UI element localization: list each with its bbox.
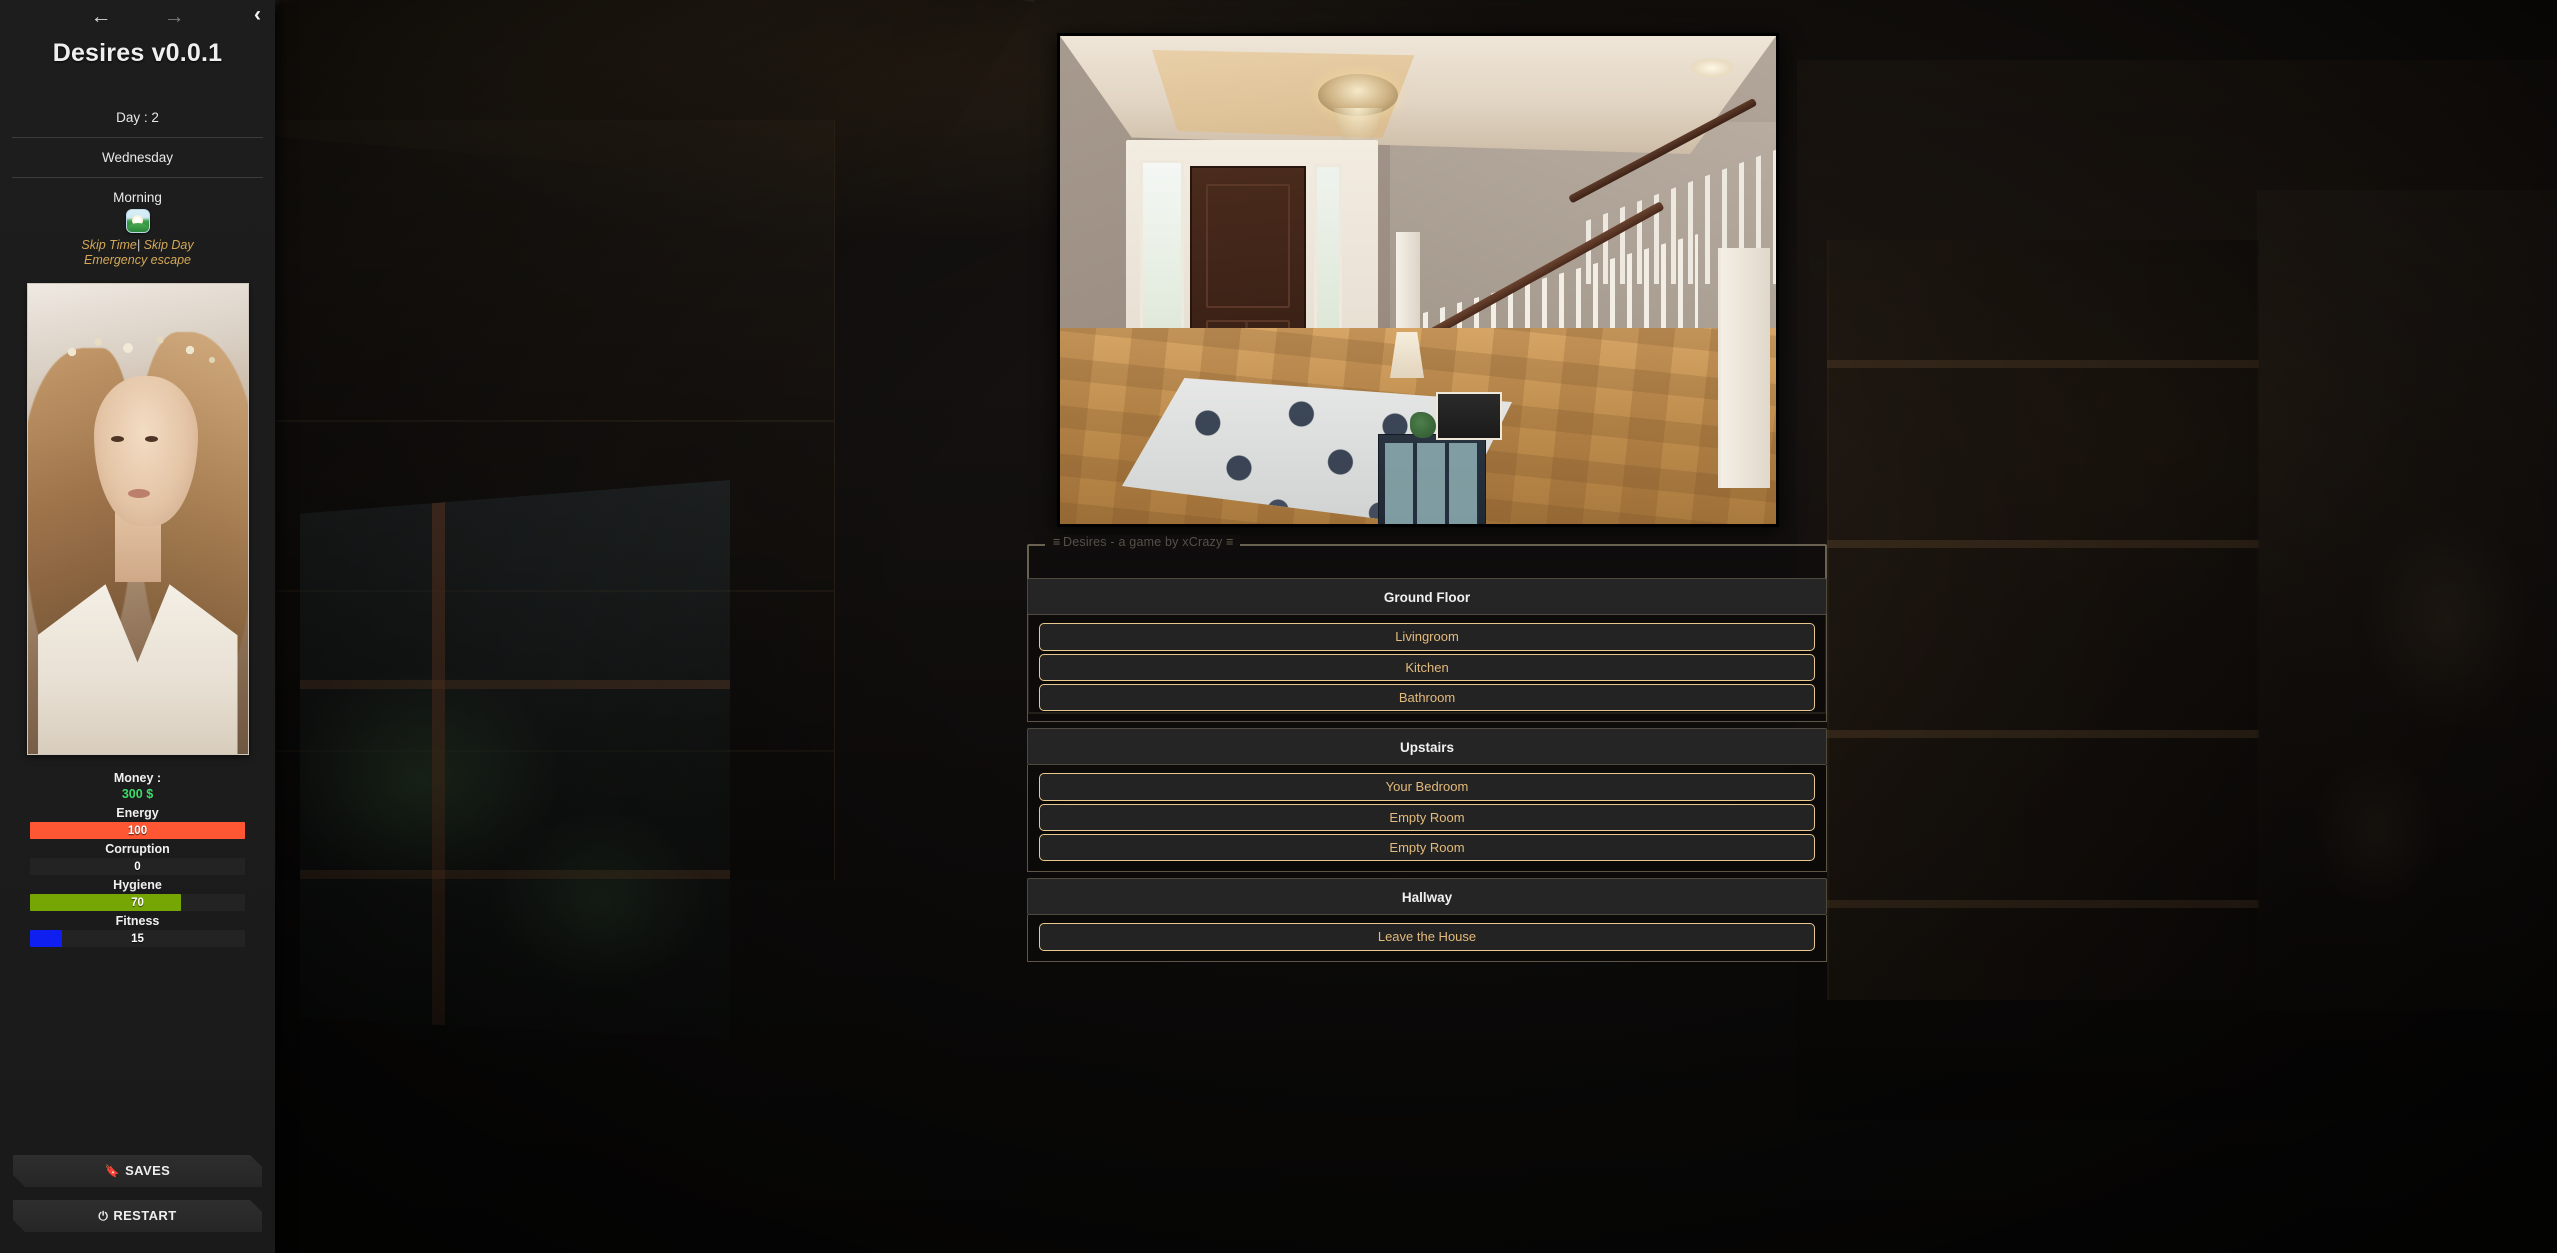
stat-bar-fitness: 15 [30, 930, 245, 948]
section-body-upstairs: Your Bedroom Empty Room Empty Room [1027, 765, 1827, 872]
stat-bar-energy: 100 [30, 822, 245, 840]
scene-recessed-light [1690, 58, 1734, 78]
nav-bar: ← → ‹ [0, 0, 275, 30]
room-button-empty-room-1[interactable]: Empty Room [1039, 804, 1815, 831]
legend-dash-right: ≡ [1226, 535, 1233, 549]
avatar [26, 283, 249, 756]
period-label: Morning [113, 190, 162, 205]
scene-plant [1410, 412, 1436, 438]
stat-label-hygiene: Hygiene [113, 878, 162, 893]
stat-bar-value: 100 [127, 824, 148, 837]
stat-label-energy: Energy [116, 806, 159, 821]
menu-legend: ≡ Desires - a game by xCrazy ≡ [1045, 535, 1241, 549]
portrait-lips [127, 489, 150, 499]
menu-legend-text: Desires - a game by xCrazy [1062, 535, 1223, 549]
stat-bar-value: 0 [134, 860, 141, 873]
sidebar: ← → ‹ Desires v0.0.1 Day : 2 Wednesday M… [0, 0, 275, 1253]
sidebar-bottom-buttons: 🔖 SAVES ⏻ RESTART [0, 1155, 275, 1245]
sunrise-icon [125, 209, 150, 233]
room-button-bathroom[interactable]: Bathroom [1039, 684, 1815, 711]
period-icon-wrap [0, 209, 275, 233]
section-body-hallway: Leave the House [1027, 915, 1827, 962]
day-counter: Day : 2 [116, 110, 159, 125]
restart-button[interactable]: ⏻ RESTART [13, 1200, 262, 1232]
page-title: Desires v0.0.1 [52, 39, 223, 67]
skip-day-link[interactable]: Skip Day [144, 238, 194, 252]
scene-image [1057, 33, 1779, 527]
section-header-hallway[interactable]: Hallway [1027, 878, 1827, 915]
scene-picture-frames [1436, 392, 1502, 440]
section-header-upstairs[interactable]: Upstairs [1027, 728, 1827, 765]
weekday-label: Wednesday [101, 150, 174, 165]
skip-separator: | [136, 238, 141, 252]
stat-bar-value: 15 [131, 932, 144, 945]
restart-button-label: RESTART [113, 1208, 177, 1223]
skip-links: Skip Time| Skip Day Emergency escape [0, 238, 275, 267]
skip-time-link[interactable]: Skip Time [81, 238, 136, 252]
room-button-your-bedroom[interactable]: Your Bedroom [1039, 773, 1815, 801]
chandelier-icon [1310, 58, 1406, 146]
menu-group-upstairs: Upstairs Your Bedroom Empty Room Empty R… [1027, 728, 1827, 872]
legend-dash-left: ≡ [1053, 535, 1060, 549]
saves-button[interactable]: 🔖 SAVES [13, 1155, 262, 1187]
portrait-flower-crown [55, 326, 224, 379]
stat-bar-value: 70 [131, 896, 144, 909]
stats-panel: Money : 300 $ Energy 100 Corruption 0 Hy… [0, 769, 275, 948]
section-header-ground-floor[interactable]: Ground Floor [1027, 578, 1827, 615]
room-button-leave-the-house[interactable]: Leave the House [1039, 923, 1815, 951]
game-window: ← → ‹ Desires v0.0.1 Day : 2 Wednesday M… [0, 0, 2557, 1253]
money-label: Money : [113, 771, 162, 786]
section-body-ground-floor: Livingroom Kitchen Bathroom [1027, 615, 1827, 722]
room-button-livingroom[interactable]: Livingroom [1039, 623, 1815, 651]
menu-group-ground-floor: Ground Floor Livingroom Kitchen Bathroom [1027, 578, 1827, 722]
menu-group-hallway: Hallway Leave the House [1027, 878, 1827, 962]
stat-label-corruption: Corruption [105, 842, 170, 857]
time-block: Day : 2 Wednesday Morning Skip Time| Ski… [0, 107, 275, 267]
room-navigation-menu: Ground Floor Livingroom Kitchen Bathroom… [1027, 578, 1827, 968]
portrait-face [93, 376, 198, 527]
arrow-left-icon[interactable]: ← [91, 6, 112, 27]
stat-bar-hygiene: 70 [30, 894, 245, 912]
power-icon: ⏻ [98, 1209, 109, 1223]
stat-label-fitness: Fitness [115, 914, 160, 929]
scene-side-door [1718, 248, 1770, 488]
saves-button-label: SAVES [125, 1163, 171, 1178]
stat-bar-corruption: 0 [30, 858, 245, 876]
bookmark-icon: 🔖 [104, 1164, 121, 1178]
room-button-kitchen[interactable]: Kitchen [1039, 654, 1815, 681]
scene-console-cabinet [1378, 434, 1486, 524]
room-button-empty-room-2[interactable]: Empty Room [1039, 834, 1815, 861]
emergency-escape-link[interactable]: Emergency escape [84, 253, 191, 267]
chevron-left-icon[interactable]: ‹ [254, 0, 261, 30]
money-value: 300 $ [121, 787, 154, 802]
main-content: ≡ Desires - a game by xCrazy ≡ Ground Fl… [275, 0, 2557, 1253]
arrow-right-icon[interactable]: → [164, 6, 185, 27]
